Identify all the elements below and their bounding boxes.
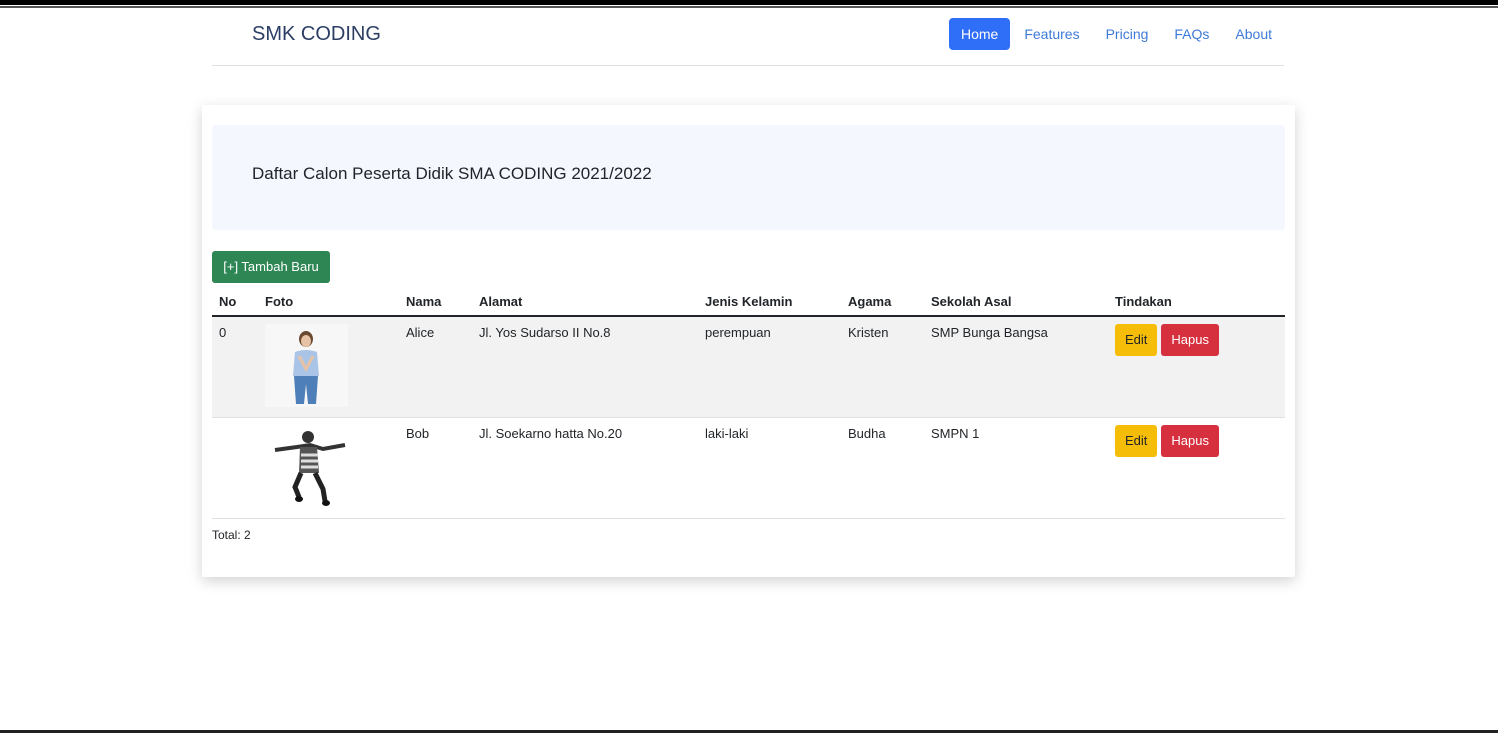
nav-features[interactable]: Features [1012, 18, 1091, 50]
cell-jenis-kelamin: laki-laki [698, 417, 841, 519]
content-card: Daftar Calon Peserta Didik SMA CODING 20… [202, 105, 1295, 577]
add-new-button[interactable]: [+] Tambah Baru [212, 251, 330, 283]
cell-nama: Alice [399, 316, 472, 418]
col-header-jenis-kelamin: Jenis Kelamin [698, 287, 841, 317]
col-header-sekolah-asal: Sekolah Asal [924, 287, 1108, 317]
col-header-alamat: Alamat [472, 287, 698, 317]
students-table: No Foto Nama Alamat Jenis Kelamin Agama … [212, 287, 1285, 519]
cell-tindakan: Edit Hapus [1108, 316, 1285, 418]
total-count: Total: 2 [212, 528, 251, 542]
col-header-nama: Nama [399, 287, 472, 317]
cell-jenis-kelamin: perempuan [698, 316, 841, 418]
cell-no: 0 [212, 316, 258, 418]
col-header-foto: Foto [258, 287, 399, 317]
nav-menu: Home Features Pricing FAQs About [947, 18, 1284, 50]
cell-nama: Bob [399, 417, 472, 519]
window-top-border [0, 0, 1498, 6]
cell-alamat: Jl. Yos Sudarso II No.8 [472, 316, 698, 418]
delete-button[interactable]: Hapus [1161, 425, 1219, 457]
navbar: SMK CODING Home Features Pricing FAQs Ab… [212, 16, 1284, 66]
cell-no [212, 417, 258, 519]
brand-logo[interactable]: SMK CODING [252, 23, 381, 46]
col-header-agama: Agama [841, 287, 924, 317]
nav-pricing[interactable]: Pricing [1094, 18, 1161, 50]
student-photo-bob [265, 425, 348, 508]
nav-about[interactable]: About [1223, 18, 1284, 50]
cell-sekolah-asal: SMP Bunga Bangsa [924, 316, 1108, 418]
cell-tindakan: Edit Hapus [1108, 417, 1285, 519]
nav-home[interactable]: Home [948, 18, 1011, 50]
cell-foto [258, 417, 399, 519]
table-row: Bob Jl. Soekarno hatta No.20 laki-laki B… [212, 417, 1285, 519]
col-header-tindakan: Tindakan [1108, 287, 1285, 317]
page-title: Daftar Calon Peserta Didik SMA CODING 20… [252, 164, 652, 183]
cell-agama: Budha [841, 417, 924, 519]
edit-button[interactable]: Edit [1115, 324, 1158, 356]
delete-button[interactable]: Hapus [1161, 324, 1219, 356]
edit-button[interactable]: Edit [1115, 425, 1158, 457]
nav-faqs[interactable]: FAQs [1162, 18, 1221, 50]
cell-agama: Kristen [841, 316, 924, 418]
student-photo-alice [265, 324, 348, 407]
jumbotron: Daftar Calon Peserta Didik SMA CODING 20… [212, 125, 1285, 230]
col-header-no: No [212, 287, 258, 317]
cell-sekolah-asal: SMPN 1 [924, 417, 1108, 519]
table-header-row: No Foto Nama Alamat Jenis Kelamin Agama … [212, 287, 1285, 317]
table-row: 0 Alice Jl. Yos Sudarso II No.8 perempua… [212, 316, 1285, 418]
cell-foto [258, 316, 399, 418]
cell-alamat: Jl. Soekarno hatta No.20 [472, 417, 698, 519]
